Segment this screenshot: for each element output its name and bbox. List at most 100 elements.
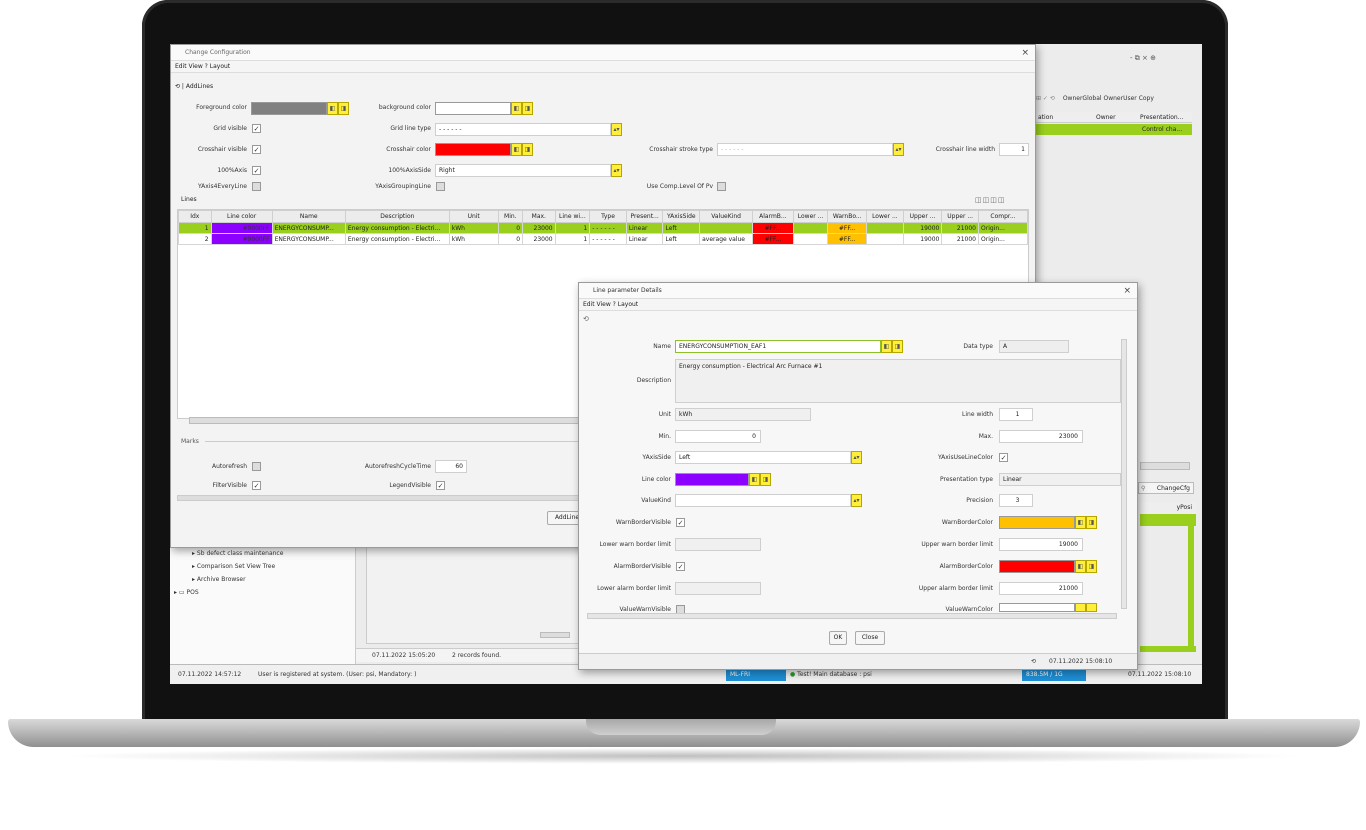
clear-icon[interactable]: ◨ [1086, 560, 1097, 573]
lowerwarn-input[interactable] [675, 538, 761, 551]
datatype-input[interactable]: A [999, 340, 1069, 353]
autorefresh-cycle-input[interactable]: 60 [435, 460, 467, 473]
clear-icon[interactable]: ◨ [892, 340, 903, 353]
column-header[interactable]: ValueKind [699, 210, 754, 223]
dropdown-icon[interactable]: ▴▾ [851, 494, 862, 507]
clear-icon[interactable]: ◨ [338, 102, 349, 115]
upperwarn-input[interactable]: 19000 [999, 538, 1083, 551]
legend-visible-checkbox[interactable]: ✓ [436, 481, 445, 490]
column-header[interactable]: Idx [178, 210, 212, 223]
alarmvisible-checkbox[interactable]: ✓ [676, 562, 685, 571]
details-hscrollbar[interactable] [587, 613, 1117, 619]
yaxisuse-checkbox[interactable]: ✓ [999, 453, 1008, 462]
column-header[interactable]: Min. [497, 210, 524, 223]
column-header[interactable]: YAxisSide [662, 210, 701, 223]
column-header[interactable]: Description [344, 210, 450, 223]
toolbar-owner-user[interactable]: OwnerUser [1103, 95, 1136, 102]
close-icon[interactable]: × [1021, 45, 1029, 61]
tree-item-comparison[interactable]: ▸ Comparison Set View Tree [192, 563, 275, 570]
crosshair-width-input[interactable]: 1 [999, 143, 1029, 156]
bg-col-1[interactable]: ation [1038, 112, 1053, 123]
column-header[interactable]: Line wi... [554, 210, 591, 223]
tree-item-archive[interactable]: ▸ Archive Browser [192, 576, 246, 583]
precision-input[interactable]: 3 [999, 494, 1033, 507]
lines-toolbar-icons[interactable]: ◫◫◫◫ [975, 196, 1005, 204]
color-picker-icon[interactable] [1075, 603, 1086, 612]
yaxisside-select[interactable]: Left [675, 451, 851, 464]
refresh-icon[interactable]: ⟲ [583, 315, 589, 323]
crosshair-stroke-select[interactable]: - - - - - - [717, 143, 893, 156]
axis100side-select[interactable]: Right [435, 164, 611, 177]
min-input[interactable]: 0 [675, 430, 761, 443]
bg-color-swatch[interactable] [435, 102, 511, 115]
color-picker-icon[interactable]: ◧ [1075, 560, 1086, 573]
clear-icon[interactable] [1086, 603, 1097, 612]
column-header[interactable]: Unit [448, 210, 499, 223]
color-picker-icon[interactable]: ◧ [511, 102, 522, 115]
column-header[interactable]: Upper ... [902, 210, 943, 223]
column-header[interactable]: Lower ... [792, 210, 829, 223]
unit-input[interactable]: kWh [675, 408, 811, 421]
grid-visible-checkbox[interactable]: ✓ [252, 124, 261, 133]
crosshair-visible-checkbox[interactable]: ✓ [252, 145, 261, 154]
axis100-checkbox[interactable]: ✓ [252, 166, 261, 175]
bg-scrollbar[interactable] [1140, 462, 1190, 470]
color-picker-icon[interactable]: ◧ [881, 340, 892, 353]
line-details-menu[interactable]: Edit View ? Layout [579, 299, 1137, 311]
description-textarea[interactable]: Energy consumption - Electrical Arc Furn… [675, 359, 1121, 403]
clear-icon[interactable]: ◨ [760, 473, 771, 486]
bg-col-presentation[interactable]: Presentation... [1140, 112, 1183, 123]
bg-middle-scrollbar[interactable] [540, 632, 570, 638]
bg-col-owner[interactable]: Owner [1096, 112, 1116, 123]
table-row[interactable]: 2 #9900FF ENERGYCONSUMP... Energy consumpti… [178, 233, 1028, 245]
marks-scrollbar[interactable] [177, 495, 581, 501]
dropdown-icon[interactable]: ▴▾ [893, 143, 904, 156]
close-icon[interactable]: × [1123, 283, 1131, 299]
details-vscrollbar[interactable] [1121, 339, 1127, 609]
bg-grid-row[interactable]: Control cha... [1036, 124, 1192, 135]
refresh-icon[interactable]: ⟲ [1031, 658, 1036, 665]
color-picker-icon[interactable]: ◧ [1075, 516, 1086, 529]
column-header[interactable]: Line color [210, 210, 273, 223]
column-header[interactable]: Lower ... [866, 210, 904, 223]
use-comp-checkbox[interactable] [717, 182, 726, 191]
column-header[interactable]: Max. [522, 210, 556, 223]
crosshair-color-swatch[interactable] [435, 143, 511, 156]
change-config-menu[interactable]: Edit View ? Layout [171, 61, 1035, 73]
color-picker-icon[interactable]: ◧ [327, 102, 338, 115]
bg-window-controls[interactable]: - ⧉ × ⊕ [1130, 54, 1156, 63]
color-picker-icon[interactable]: ◧ [749, 473, 760, 486]
dropdown-icon[interactable]: ▴▾ [611, 123, 622, 136]
valuekind-select[interactable] [675, 494, 851, 507]
name-input[interactable]: ENERGYCONSUMPTION_EAF1 [675, 340, 881, 353]
fg-color-swatch[interactable] [251, 102, 327, 115]
bg-changecfg-button[interactable]: ⚲ ChangeCfg [1138, 482, 1194, 494]
color-picker-icon[interactable]: ◧ [511, 143, 522, 156]
tree-item-pos[interactable]: ▸ ▭ POS [174, 589, 199, 596]
table-row[interactable]: 1 #9900FF ENERGYCONSUMP... Energy consumpti… [178, 222, 1028, 234]
clear-icon[interactable]: ◨ [522, 102, 533, 115]
alarmcolor-swatch[interactable] [999, 560, 1075, 573]
loweralarm-input[interactable] [675, 582, 761, 595]
warnvisible-checkbox[interactable]: ✓ [676, 518, 685, 527]
filter-visible-checkbox[interactable]: ✓ [252, 481, 261, 490]
dropdown-icon[interactable]: ▴▾ [851, 451, 862, 464]
autorefresh-checkbox[interactable] [252, 462, 261, 471]
column-header[interactable]: Present... [625, 210, 664, 223]
dropdown-icon[interactable]: ▴▾ [611, 164, 622, 177]
linecolor-swatch[interactable] [675, 473, 749, 486]
clear-icon[interactable]: ◨ [1086, 516, 1097, 529]
grid-line-type-select[interactable]: - - - - - - [435, 123, 611, 136]
valuewarncolor-swatch[interactable] [999, 603, 1075, 612]
column-header[interactable]: Type [589, 210, 627, 223]
upperalarm-input[interactable]: 21000 [999, 582, 1083, 595]
column-header[interactable]: Name [271, 210, 346, 223]
clear-icon[interactable]: ◨ [522, 143, 533, 156]
toolbar-icons[interactable]: ⊞ ✓ ⟲ [1036, 95, 1055, 102]
close-button[interactable]: Close [855, 631, 885, 645]
yaxis-grouping-checkbox[interactable] [436, 182, 445, 191]
toolbar-copy[interactable]: Copy [1139, 95, 1154, 102]
warncolor-swatch[interactable] [999, 516, 1075, 529]
presentation-input[interactable]: Linear [999, 473, 1121, 486]
column-header[interactable]: AlarmB... [752, 210, 794, 223]
